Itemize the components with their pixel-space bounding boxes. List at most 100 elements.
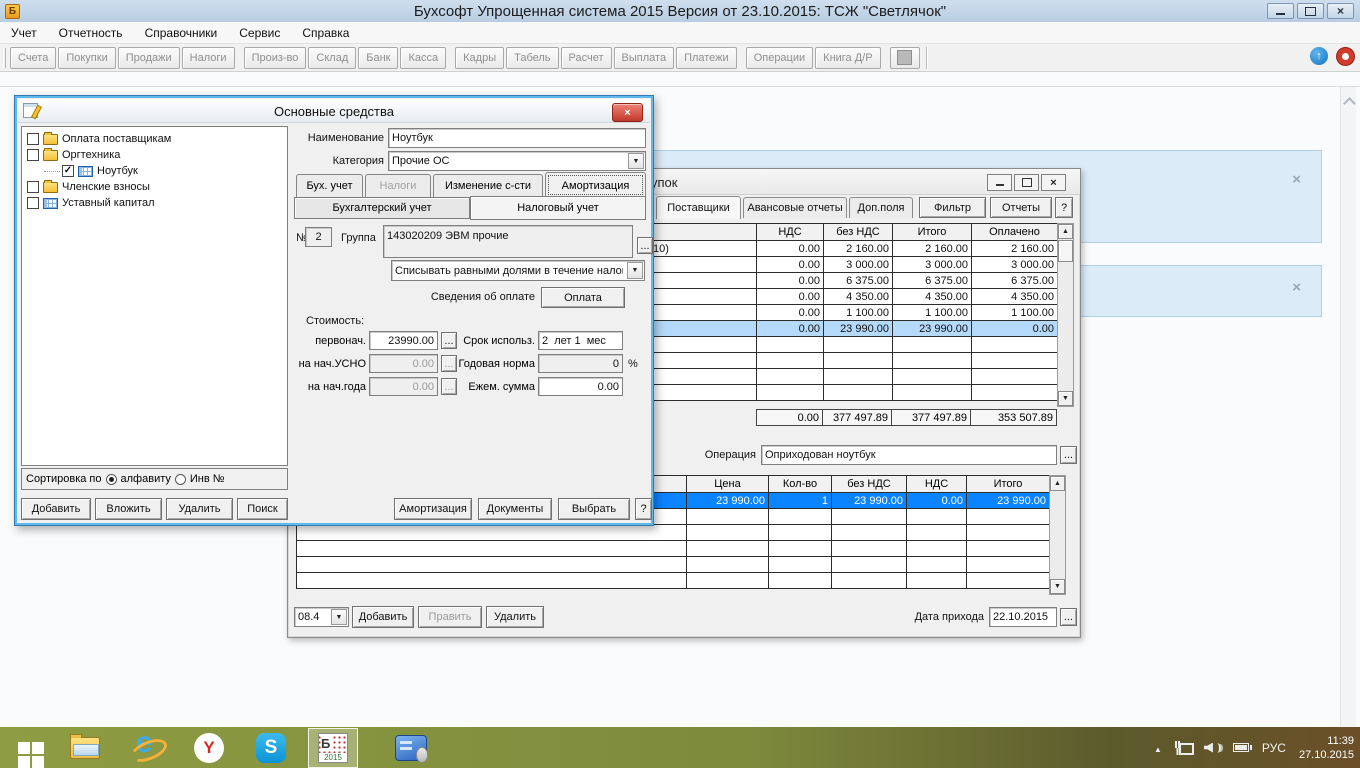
name-input[interactable]: Ноутбук xyxy=(388,128,646,148)
column-header[interactable]: Оплачено xyxy=(972,224,1058,241)
scroll-up-icon[interactable]: ▲ xyxy=(1050,476,1065,491)
add-button[interactable]: Добавить xyxy=(352,606,414,628)
nest-button[interactable]: Вложить xyxy=(95,498,162,520)
edit-button[interactable]: Править xyxy=(418,606,482,628)
toolbar-extra-button[interactable] xyxy=(890,47,920,69)
toolbar-button[interactable]: Книга Д/Р xyxy=(815,47,880,69)
column-header[interactable]: НДС xyxy=(907,476,967,493)
taskbar-buhsoft-2015[interactable] xyxy=(308,728,358,768)
tree-item[interactable]: Членские взносы xyxy=(22,179,287,195)
category-select[interactable]: Прочие ОС ▼ xyxy=(388,151,646,171)
minimize-button[interactable] xyxy=(1267,3,1294,19)
delete-button[interactable]: Удалить xyxy=(166,498,233,520)
network-icon[interactable] xyxy=(1175,741,1191,754)
initial-cost-more-button[interactable]: ... xyxy=(441,332,457,349)
close-button[interactable]: × xyxy=(1327,3,1354,19)
tab-advance-reports[interactable]: Авансовые отчеты xyxy=(743,197,847,218)
checkbox[interactable] xyxy=(27,133,39,145)
toolbar-button[interactable]: Банк xyxy=(358,47,398,69)
subtab-accounting[interactable]: Бухгалтерский учет xyxy=(294,197,470,219)
minimize-button[interactable] xyxy=(987,174,1012,191)
year-start-cost-field[interactable]: 0.00 xyxy=(369,377,438,396)
annual-rate-field[interactable]: 0 xyxy=(538,354,623,373)
clock[interactable]: 11:39 27.10.2015 xyxy=(1299,734,1354,762)
column-header[interactable]: Кол-во xyxy=(769,476,832,493)
tree-item[interactable]: Оплата поставщикам xyxy=(22,131,287,147)
scroll-down-icon[interactable]: ▼ xyxy=(1058,391,1073,406)
writeoff-select[interactable]: Списывать равными долями в течение налог… xyxy=(391,260,645,281)
select-button[interactable]: Выбрать xyxy=(558,498,630,520)
usno-start-cost-field[interactable]: 0.00 xyxy=(369,354,438,373)
account-select[interactable]: 08.4 ▼ xyxy=(294,607,349,627)
operation-more-button[interactable]: ... xyxy=(1060,446,1077,464)
chevron-down-icon[interactable]: ▼ xyxy=(627,262,643,279)
help-button[interactable]: ? xyxy=(1055,197,1073,218)
column-header[interactable]: Итого xyxy=(967,476,1050,493)
menu-item[interactable]: Справочники xyxy=(134,26,229,40)
scroll-thumb[interactable] xyxy=(1058,240,1073,262)
date-more-button[interactable]: ... xyxy=(1060,608,1077,626)
language-indicator[interactable]: РУС xyxy=(1262,741,1286,755)
useful-life-field[interactable]: 2 лет 1 мес xyxy=(538,331,623,350)
checkbox[interactable] xyxy=(27,181,39,193)
toolbar-button[interactable]: Выплата xyxy=(614,47,675,69)
volume-icon[interactable] xyxy=(1204,741,1220,755)
tree-item[interactable]: Оргтехника xyxy=(22,147,287,163)
toolbar-button[interactable]: Продажи xyxy=(118,47,180,69)
update-icon[interactable]: ↑ xyxy=(1310,47,1328,65)
arrival-date-field[interactable]: 22.10.2015 xyxy=(989,607,1057,627)
payment-button[interactable]: Оплата xyxy=(541,287,625,308)
toolbar-grip-icon[interactable] xyxy=(3,48,6,68)
close-icon[interactable]: × xyxy=(1292,281,1301,295)
tab-suppliers[interactable]: Поставщики xyxy=(656,196,741,219)
items-table-scrollbar[interactable]: ▲ ▼ xyxy=(1049,475,1066,595)
menu-item[interactable]: Сервис xyxy=(228,26,291,40)
tab-taxes[interactable]: Налоги xyxy=(365,174,431,197)
purchases-table-scrollbar[interactable]: ▲ ▼ xyxy=(1057,223,1074,407)
operation-field[interactable]: Оприходован ноутбук xyxy=(761,445,1057,465)
number-field[interactable]: 2 xyxy=(305,227,332,247)
tab-extra-fields[interactable]: Доп.поля xyxy=(849,197,913,218)
close-button[interactable]: × xyxy=(1041,174,1066,191)
initial-cost-field[interactable]: 23990.00 xyxy=(369,331,438,350)
tab-amortization[interactable]: Амортизация xyxy=(545,172,646,198)
close-button[interactable]: × xyxy=(612,103,643,122)
toolbar-button[interactable]: Счета xyxy=(10,47,56,69)
toolbar-button[interactable]: Налоги xyxy=(182,47,235,69)
toolbar-button[interactable]: Расчет xyxy=(561,47,612,69)
toolbar-button[interactable]: Табель xyxy=(506,47,558,69)
restore-button[interactable] xyxy=(1297,3,1324,19)
menu-item[interactable]: Справка xyxy=(291,26,360,40)
help-button[interactable]: ? xyxy=(635,498,652,520)
monthly-amount-field[interactable]: 0.00 xyxy=(538,377,623,396)
radio-inventory-number[interactable] xyxy=(175,474,186,485)
group-field[interactable]: 143020209 ЭВМ прочие xyxy=(383,225,633,258)
toolbar-button[interactable]: Операции xyxy=(746,47,813,69)
battery-icon[interactable] xyxy=(1233,743,1249,752)
reports-button[interactable]: Отчеты xyxy=(990,197,1052,218)
table-row[interactable] xyxy=(297,525,1050,541)
column-header[interactable]: Итого xyxy=(893,224,972,241)
tab-cost-change[interactable]: Изменение с-сти xyxy=(433,174,543,197)
scroll-up-icon[interactable]: ▲ xyxy=(1058,224,1073,239)
subtab-tax-accounting[interactable]: Налоговый учет xyxy=(470,196,646,220)
year-start-more-button[interactable]: ... xyxy=(441,378,457,395)
documents-button[interactable]: Документы xyxy=(478,498,552,520)
toolbar-button[interactable]: Касса xyxy=(400,47,446,69)
checkbox[interactable] xyxy=(27,197,39,209)
table-row[interactable] xyxy=(297,573,1050,589)
toolbar-button[interactable]: Покупки xyxy=(58,47,115,69)
toolbar-button[interactable]: Кадры xyxy=(455,47,504,69)
table-row[interactable] xyxy=(297,557,1050,573)
filter-button[interactable]: Фильтр xyxy=(919,197,986,218)
taskbar-display-settings[interactable] xyxy=(386,728,436,768)
column-header[interactable]: Цена xyxy=(687,476,769,493)
chevron-down-icon[interactable]: ▼ xyxy=(331,609,347,625)
menu-item[interactable]: Отчетность xyxy=(48,26,134,40)
column-header[interactable]: НДС xyxy=(757,224,824,241)
add-button[interactable]: Добавить xyxy=(21,498,91,520)
chevron-down-icon[interactable]: ▼ xyxy=(628,153,644,169)
taskbar-internet-explorer[interactable] xyxy=(122,728,172,768)
usno-more-button[interactable]: ... xyxy=(441,355,457,372)
taskbar-file-explorer[interactable] xyxy=(60,728,110,768)
